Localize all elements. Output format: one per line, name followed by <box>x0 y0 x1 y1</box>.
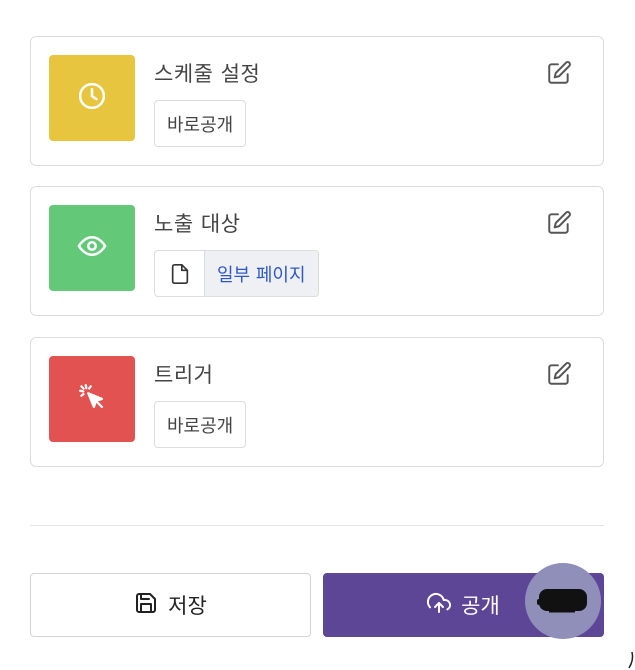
save-label: 저장 <box>168 594 207 618</box>
floppy-disk-icon <box>134 591 158 620</box>
document-icon <box>155 251 205 296</box>
trigger-tag: 바로공개 <box>154 401 247 448</box>
cloud-upload-icon <box>427 591 452 620</box>
schedule-tile <box>49 55 135 141</box>
edit-icon <box>546 60 572 90</box>
footer-divider <box>30 525 604 526</box>
trigger-tile <box>49 356 135 442</box>
eye-icon <box>77 231 107 265</box>
exposure-tile <box>49 205 135 291</box>
exposure-card: 노출 대상 일부 페이지 <box>30 186 604 316</box>
edit-icon <box>546 210 572 240</box>
publish-label: 공개 <box>461 594 500 618</box>
trigger-card: 트리거 바로공개 <box>30 337 604 467</box>
chat-widget-button[interactable] <box>525 563 601 639</box>
exposure-tag: 일부 페이지 <box>154 250 319 297</box>
schedule-card: 스케줄 설정 바로공개 <box>30 36 604 166</box>
chat-bubble-icon <box>537 585 589 615</box>
schedule-title: 스케줄 설정 <box>154 62 261 86</box>
exposure-edit-button[interactable] <box>545 211 573 239</box>
clock-icon <box>77 81 107 115</box>
edit-icon <box>546 361 572 391</box>
cursor-click-icon <box>77 382 107 416</box>
exposure-tag-label: 일부 페이지 <box>205 251 318 296</box>
trigger-edit-button[interactable] <box>545 362 573 390</box>
schedule-tag: 바로공개 <box>154 100 247 147</box>
save-button[interactable]: 저장 <box>30 573 311 637</box>
corner-artifact <box>628 651 634 669</box>
trigger-title: 트리거 <box>154 363 214 387</box>
exposure-title: 노출 대상 <box>154 212 241 236</box>
schedule-edit-button[interactable] <box>545 61 573 89</box>
